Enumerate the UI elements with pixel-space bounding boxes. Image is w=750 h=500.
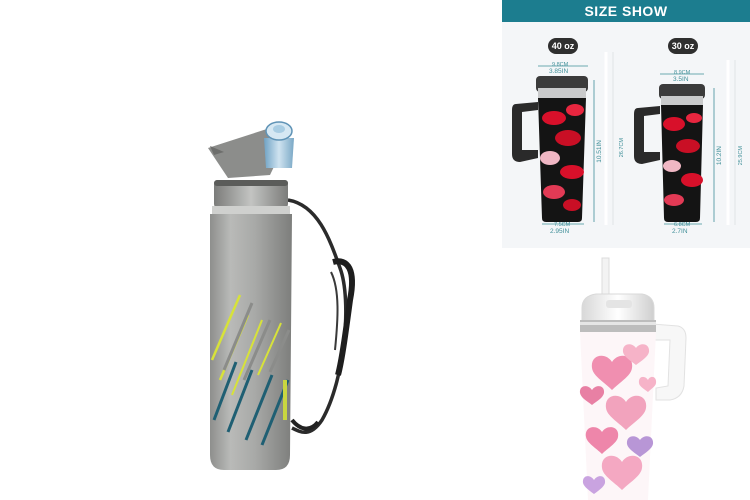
tumbler-30oz <box>634 60 736 225</box>
soft-flask-bottle-illustration <box>208 121 355 470</box>
bottle-product-image <box>0 0 500 500</box>
lips-tumbler-illustrations <box>512 52 736 225</box>
hearts-tumbler-illustration <box>579 257 687 500</box>
hearts-tumbler-image <box>502 252 750 500</box>
tumbler-40oz <box>512 52 614 225</box>
size-comparison-image: SIZE SHOW 40 oz 9.8CM 3.85IN 7.5CM 2.95I… <box>502 0 750 248</box>
